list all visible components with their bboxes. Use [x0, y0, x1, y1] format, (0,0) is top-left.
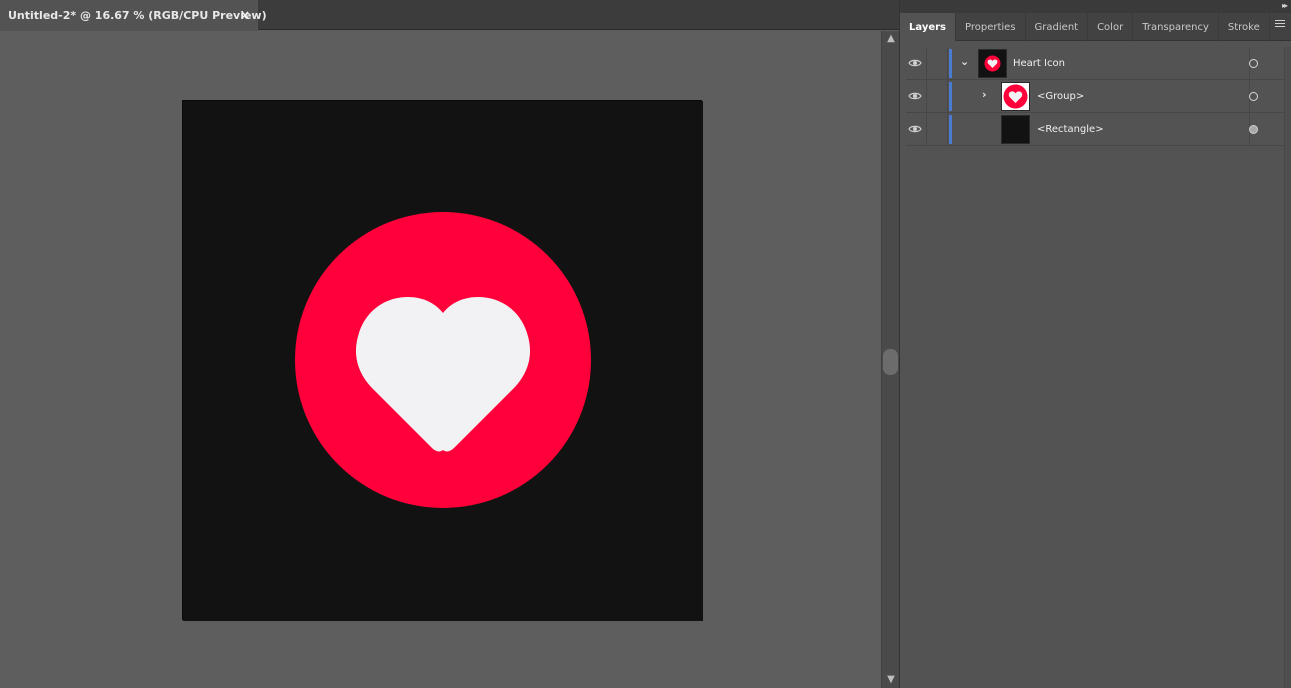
- lock-toggle[interactable]: [926, 47, 948, 80]
- layers-scrollbar[interactable]: [1284, 47, 1291, 688]
- rectangle-thumbnail: [1001, 115, 1030, 144]
- eye-icon[interactable]: [908, 90, 922, 102]
- tab-color[interactable]: Color: [1088, 13, 1134, 41]
- collapse-panels-icon[interactable]: ▸▸: [1282, 1, 1288, 10]
- chevron-down-icon[interactable]: ⌄: [960, 55, 969, 68]
- close-icon[interactable]: ×: [240, 8, 250, 22]
- illustrator-window: Untitled-2* @ 16.67 % (RGB/CPU Preview) …: [0, 0, 1291, 688]
- layer-row-heart-icon[interactable]: ⌄ Heart Icon: [906, 47, 1284, 80]
- layer-row-rectangle[interactable]: <Rectangle>: [906, 113, 1284, 146]
- artboard[interactable]: [182, 100, 703, 621]
- document-tab-title: Untitled-2* @ 16.67 % (RGB/CPU Preview): [8, 9, 267, 22]
- layers-list: ⌄ Heart Icon › <Group> <Rectangle>: [906, 47, 1284, 146]
- target-circle-icon[interactable]: [1249, 59, 1258, 68]
- document-tab-bar: Untitled-2* @ 16.67 % (RGB/CPU Preview) …: [0, 0, 899, 31]
- group-thumbnail: [1001, 82, 1030, 111]
- lock-toggle[interactable]: [926, 113, 948, 146]
- tab-transparency[interactable]: Transparency: [1133, 13, 1219, 41]
- layer-thumbnail: [978, 49, 1007, 78]
- heart-icon-artwork[interactable]: [183, 101, 703, 621]
- tab-layers[interactable]: Layers: [900, 13, 956, 41]
- scroll-down-icon[interactable]: ▼: [882, 672, 900, 688]
- layer-color-bar: [949, 115, 952, 144]
- tab-gradient[interactable]: Gradient: [1026, 13, 1089, 41]
- panel-header-strip: ▸▸: [900, 0, 1291, 13]
- tab-stroke[interactable]: Stroke: [1219, 13, 1270, 41]
- target-filled-icon[interactable]: [1249, 125, 1258, 134]
- canvas[interactable]: [0, 31, 881, 688]
- document-area: Untitled-2* @ 16.67 % (RGB/CPU Preview) …: [0, 0, 899, 688]
- chevron-right-icon[interactable]: ›: [982, 88, 987, 101]
- layer-name[interactable]: Heart Icon: [1013, 58, 1065, 69]
- layer-row-group[interactable]: › <Group>: [906, 80, 1284, 113]
- scrollbar-thumb[interactable]: [883, 349, 898, 375]
- target-circle-icon[interactable]: [1249, 92, 1258, 101]
- scroll-up-icon[interactable]: ▲: [882, 31, 900, 47]
- layer-name[interactable]: <Group>: [1037, 91, 1084, 102]
- vertical-scrollbar[interactable]: ▲ ▼: [881, 31, 899, 688]
- panel-tabs: Layers Properties Gradient Color Transpa…: [900, 13, 1291, 41]
- layers-panel: ▸▸ Layers Properties Gradient Color Tran…: [899, 0, 1291, 688]
- eye-icon[interactable]: [908, 57, 922, 69]
- layer-color-bar: [949, 49, 952, 78]
- eye-icon[interactable]: [908, 123, 922, 135]
- layer-name[interactable]: <Rectangle>: [1037, 124, 1104, 135]
- panel-menu-icon[interactable]: [1275, 20, 1285, 30]
- tab-properties[interactable]: Properties: [956, 13, 1026, 41]
- lock-toggle[interactable]: [926, 80, 948, 113]
- document-tab[interactable]: Untitled-2* @ 16.67 % (RGB/CPU Preview) …: [0, 0, 267, 31]
- layer-color-bar: [949, 82, 952, 111]
